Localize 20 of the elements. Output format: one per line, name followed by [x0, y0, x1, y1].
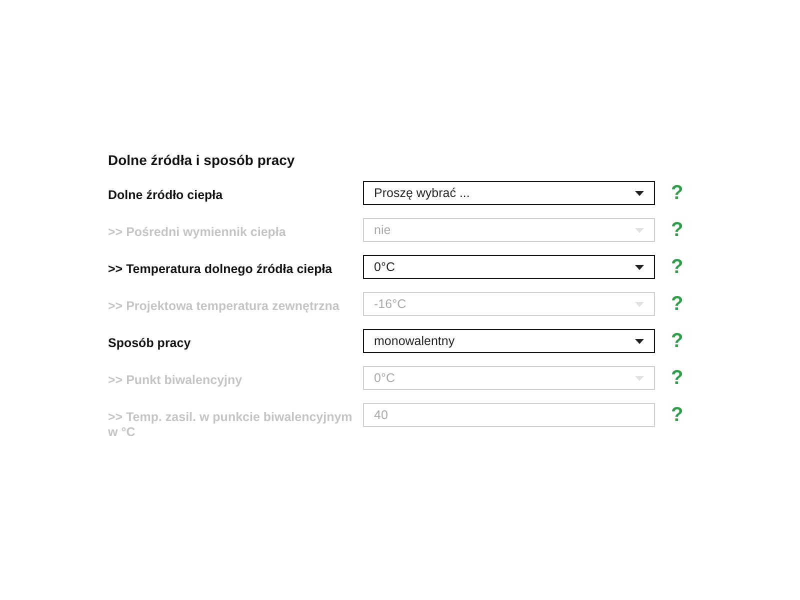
dropdown[interactable]: monowalentny	[363, 329, 655, 353]
help-icon[interactable]: ?	[671, 329, 684, 353]
caret-icon	[635, 376, 644, 380]
caret-icon	[635, 228, 644, 232]
field-label: >> Temp. zasil. w punkcie biwalencyjnym w °C	[108, 410, 354, 440]
field-label: >> Punkt biwalencyjny	[108, 373, 244, 388]
help-icon[interactable]: ?	[671, 255, 684, 279]
help-icon[interactable]: ?	[671, 181, 684, 205]
field-label: Dolne źródło ciepła	[108, 188, 224, 203]
field-label: >> Temperatura dolnego źródła ciepła	[108, 262, 334, 277]
section-title: Dolne źródła i sposób pracy	[108, 152, 296, 168]
field-label: >> Projektowa temperatura zewnętrzna	[108, 299, 340, 314]
field-label: >> Pośredni wymiennik ciepła	[108, 225, 287, 240]
caret-icon	[635, 190, 644, 196]
dropdown[interactable]: 0°C	[363, 255, 655, 279]
caret-icon	[635, 338, 644, 344]
field-label: Sposób pracy	[108, 336, 192, 351]
dropdown[interactable]: Proszę wybrać ...	[363, 181, 655, 205]
caret-icon	[635, 302, 644, 306]
caret-icon	[635, 264, 644, 270]
